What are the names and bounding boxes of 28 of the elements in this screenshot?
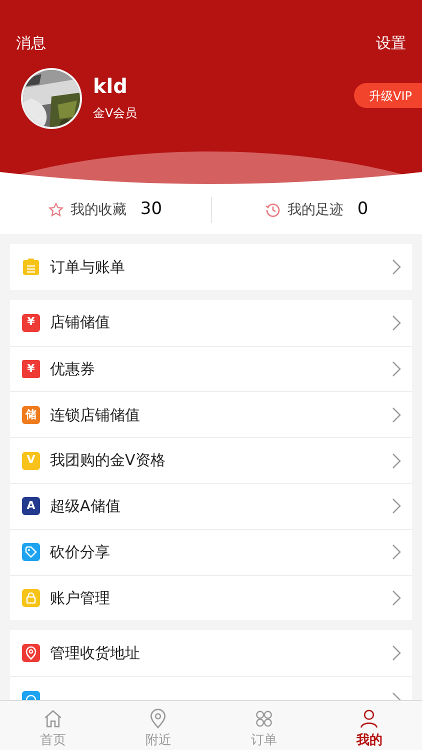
stat-label[interactable]: 我的收藏 xyxy=(70,200,126,220)
badge-icon: V xyxy=(22,452,40,470)
stat-label[interactable]: 我的足迹 xyxy=(287,200,344,220)
badge-icon: A xyxy=(22,497,40,516)
menu-item[interactable]: 管理收货地址 xyxy=(50,642,140,665)
home-icon xyxy=(42,708,64,730)
stat-count: 30 xyxy=(140,198,162,222)
upgrade-vip-button[interactable]: 升级VIP xyxy=(354,83,422,108)
stat-count: 0 xyxy=(357,198,368,222)
menu-item[interactable]: 店铺储值 xyxy=(50,311,110,334)
history-icon xyxy=(265,202,282,218)
menu-item[interactable]: 优惠券 xyxy=(50,358,95,380)
menu-item[interactable]: 账户管理 xyxy=(50,586,110,610)
menu-item[interactable]: 砍价分享 xyxy=(50,540,110,564)
menu-item[interactable]: 超级A储值 xyxy=(50,495,120,518)
messages-link[interactable]: 消息 xyxy=(16,32,46,54)
menu-item[interactable]: 连锁店铺储值 xyxy=(50,404,140,426)
badge-icon: 储 xyxy=(22,406,40,424)
settings-link[interactable]: 设置 xyxy=(376,32,406,54)
menu-item[interactable]: 我团购的金V资格 xyxy=(50,449,166,472)
star-icon xyxy=(48,202,64,218)
person-icon xyxy=(358,708,380,730)
member-level: 金V会员 xyxy=(93,105,138,122)
badge-icon: ¥ xyxy=(22,314,40,332)
coupon-icon: ¥ xyxy=(22,360,40,378)
tab[interactable]: 我的 xyxy=(356,730,382,750)
menu-item[interactable]: 订单与账单 xyxy=(50,256,125,278)
user-name: kld xyxy=(93,74,128,98)
